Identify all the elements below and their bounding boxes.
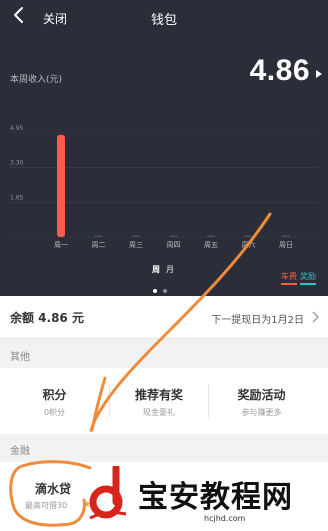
next-withdraw-date: 下一提现日为1月2日 [211,315,304,326]
y-tick-label: 1.65 [10,194,24,201]
watermark-text: 宝安教程网 [138,480,293,515]
x-tick-label: 周日 [279,241,293,249]
watermark-logo-icon [89,466,127,520]
y-tick-label: 3.30 [10,160,24,167]
other-row: 积分 0积分 推荐有奖 现金豪礼 奖励活动 参与赚更多 [0,368,328,434]
week-income-amount[interactable]: 4.86 [250,54,310,88]
points-sub: 0积分 [43,408,66,417]
x-tick-label: 周三 [129,241,143,249]
x-tick-label: 周二 [92,241,106,249]
period-switch: 周月 [152,264,180,275]
x-tick-label: 周五 [204,241,218,249]
bar-3[interactable] [169,235,178,238]
x-tick-label: 周六 [242,240,256,249]
wallet-header: 关闭 钱包 本周收入(元) 4.86 4.95 3.30 1.65 周一 周二 周三 周四周… [0,0,328,296]
legend-reward: 奖励 [300,271,316,285]
y-tick-label: 4.95 [10,125,24,132]
chevron-right-icon [312,311,319,323]
bar-1[interactable] [94,235,103,238]
balance-text: 余额 4.86 元 [10,311,84,325]
page-dot-active [153,289,157,293]
watermark-url: hcjhd.com [204,514,246,523]
period-week-tab[interactable]: 周 [152,265,160,274]
referral-sub: 现金豪礼 [143,408,175,417]
bar-6[interactable] [282,235,290,238]
reward-activity-title: 奖励活动 [237,388,286,402]
navbar: 关闭 钱包 [0,0,328,36]
bar-2[interactable] [132,235,140,238]
legend-cost: 车费 [281,271,297,285]
reward-activity-sub: 参与赚更多 [241,408,282,417]
weekly-income-chart: 4.95 3.30 1.65 周一 周二 周三 周四 周五 周六 周日 [10,125,318,249]
page-dot [163,289,167,293]
loan-sub: 最高可借30 [25,501,68,510]
watermark: 宝安教程网 hcjhd.com [86,462,326,531]
points-title: 积分 [42,388,67,402]
page-title: 钱包 [150,13,177,28]
period-month-tab[interactable]: 月 [166,265,174,274]
referral-title: 推荐有奖 [134,388,183,402]
bar-0[interactable] [57,134,65,237]
section-other-label: 其他 [10,352,30,363]
section-finance: 金融 [0,434,328,462]
page-indicator [153,278,173,297]
bar-4[interactable] [207,235,215,238]
balance-row[interactable]: 余额 4.86 元 下一提现日为1月2日 [0,296,328,339]
section-other: 其他 [0,340,328,368]
referral-item[interactable]: 推荐有奖 现金豪礼 [110,368,208,434]
bar-5[interactable] [244,235,253,238]
points-item[interactable]: 积分 0积分 [0,368,109,434]
x-tick-label: 周四 [167,241,181,249]
x-tick-label: 周一 [54,241,68,249]
caret-right-icon[interactable] [315,69,323,79]
reward-activity-item[interactable]: 奖励活动 参与赚更多 [209,368,314,434]
week-income-label: 本周收入(元) [10,75,63,85]
loan-title: 滴水贷 [35,482,72,496]
section-finance-label: 金融 [10,446,30,457]
